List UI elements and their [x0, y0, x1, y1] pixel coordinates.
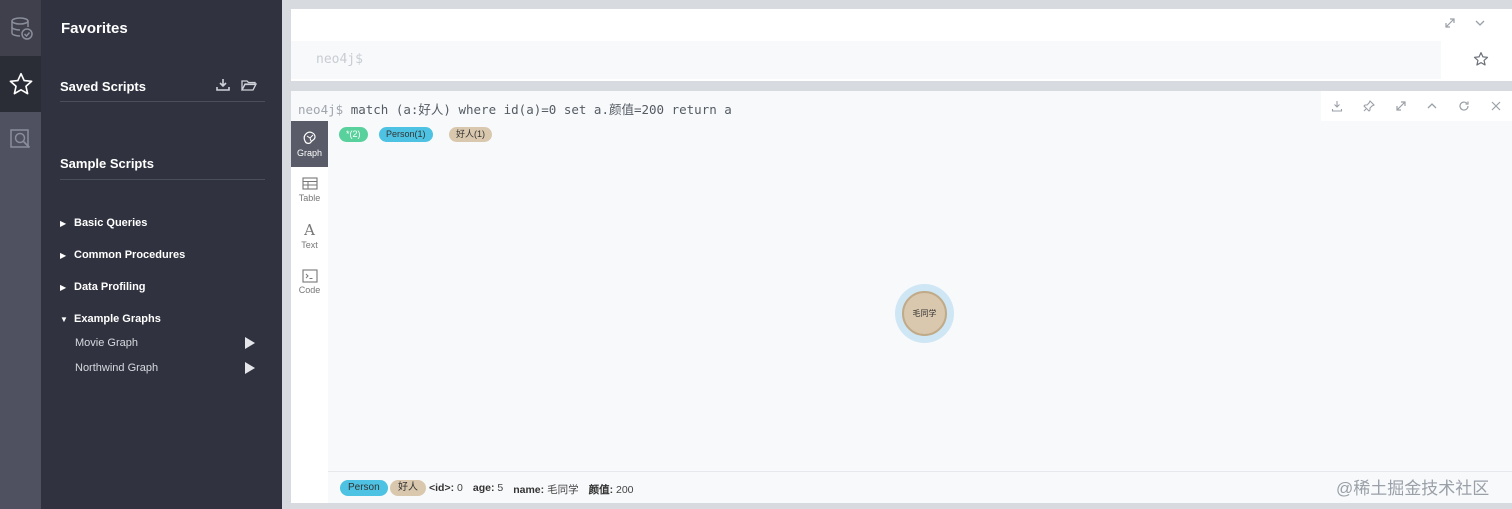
star-icon: [9, 72, 32, 95]
frame-query: match (a:好人) where id(a)=0 set a.颜值=200 …: [350, 102, 732, 117]
northwind-graph-item[interactable]: Northwind Graph: [75, 362, 255, 374]
download-icon[interactable]: [215, 78, 231, 92]
search-icon: [9, 129, 30, 149]
caret-right-icon: ▶: [60, 250, 67, 260]
saved-scripts-title: Saved Scripts: [60, 79, 146, 94]
text-icon: A: [304, 220, 315, 239]
pin-icon[interactable]: [1362, 100, 1375, 112]
chevron-up-icon[interactable]: [1426, 100, 1438, 112]
label-pill-good[interactable]: 好人(1): [449, 127, 492, 142]
rerun-icon[interactable]: [1458, 100, 1470, 112]
graph-item-label: Northwind Graph: [75, 362, 159, 374]
caret-down-icon: ▼: [60, 314, 68, 324]
favorite-star-icon[interactable]: [1473, 51, 1489, 67]
tab-label: Code: [298, 285, 321, 295]
play-icon[interactable]: [245, 337, 255, 349]
tab-table[interactable]: Table: [291, 167, 328, 213]
editor-prompt: neo4j$: [316, 52, 363, 67]
property-item: <id>: 0: [429, 482, 463, 494]
editor-input[interactable]: neo4j$: [291, 41, 1441, 79]
label-pill-person[interactable]: Person(1): [379, 127, 433, 142]
fullscreen-icon[interactable]: [1395, 100, 1407, 112]
folder-basic-queries[interactable]: ▶ Basic Queries: [60, 217, 147, 229]
caret-right-icon: ▶: [60, 282, 67, 292]
folder-label: Basic Queries: [74, 217, 148, 229]
property-item: age: 5: [472, 482, 504, 494]
database-icon: [10, 17, 33, 40]
result-view-tabs: Graph Table A Text Code: [291, 121, 328, 503]
search-button[interactable]: [0, 112, 41, 168]
folder-label: Example Graphs: [74, 313, 161, 325]
graph-node[interactable]: 毛同学: [902, 291, 947, 336]
frame-header: neo4j$ match (a:好人) where id(a)=0 set a.…: [291, 91, 1512, 121]
footer-pill-good[interactable]: 好人: [390, 480, 426, 496]
editor-controls: [1444, 17, 1486, 29]
folder-data-profiling[interactable]: ▶ Data Profiling: [60, 281, 146, 293]
graph-icon: [303, 131, 316, 144]
tab-graph[interactable]: Graph: [291, 121, 328, 167]
divider: [60, 101, 265, 102]
tab-code[interactable]: Code: [291, 259, 328, 305]
divider: [60, 179, 265, 180]
play-icon[interactable]: [245, 362, 255, 374]
folder-label: Data Profiling: [74, 281, 146, 293]
graph-canvas[interactable]: *(2) Person(1) 好人(1) 毛同学: [328, 121, 1512, 471]
download-icon[interactable]: [1331, 100, 1343, 112]
tab-label: Table: [298, 193, 321, 203]
drawer-title: Favorites: [61, 20, 128, 37]
sample-scripts-title: Sample Scripts: [60, 156, 154, 171]
frame-prompt: neo4j$: [298, 102, 344, 117]
node-caption: 毛同学: [912, 309, 937, 318]
movie-graph-item[interactable]: Movie Graph: [75, 337, 255, 349]
folder-common-procedures[interactable]: ▶ Common Procedures: [60, 249, 185, 261]
favorites-button[interactable]: [0, 56, 41, 112]
property-item: 颜值: 200: [588, 484, 634, 496]
watermark: @稀土掘金技术社区: [1336, 479, 1490, 498]
graph-item-label: Movie Graph: [75, 337, 138, 349]
close-icon[interactable]: [1490, 100, 1502, 112]
database-button[interactable]: [0, 0, 41, 56]
saved-scripts-actions: [215, 78, 257, 92]
property-item: name: 毛同学: [513, 484, 579, 496]
node-properties-footer: Person 好人 <id>: 0 age: 5 name: 毛同学 颜值: 2…: [328, 471, 1512, 503]
tab-label: Graph: [296, 148, 322, 158]
caret-right-icon: ▶: [60, 218, 67, 228]
result-frame: neo4j$ match (a:好人) where id(a)=0 set a.…: [291, 91, 1512, 503]
label-pill-all[interactable]: *(2): [339, 127, 368, 142]
frame-command[interactable]: neo4j$ match (a:好人) where id(a)=0 set a.…: [298, 99, 732, 118]
favorites-drawer: Favorites Saved Scripts Sample Scripts ▶…: [41, 0, 282, 509]
frame-toolbar: [1321, 91, 1512, 121]
folder-label: Common Procedures: [74, 249, 186, 261]
footer-pill-person[interactable]: Person: [340, 480, 388, 496]
folder-example-graphs[interactable]: ▼ Example Graphs: [60, 313, 161, 325]
table-icon: [301, 177, 318, 190]
chevron-down-icon[interactable]: [1474, 17, 1486, 29]
editor: neo4j$: [291, 9, 1512, 81]
tab-label: Text: [301, 239, 318, 250]
expand-icon[interactable]: [1444, 17, 1456, 29]
folder-open-icon[interactable]: [241, 78, 257, 92]
icon-rail: [0, 0, 41, 509]
property-list: <id>: 0 age: 5 name: 毛同学 颜值: 200: [429, 482, 634, 497]
tab-text[interactable]: A Text: [291, 213, 328, 259]
code-icon: [301, 269, 318, 283]
